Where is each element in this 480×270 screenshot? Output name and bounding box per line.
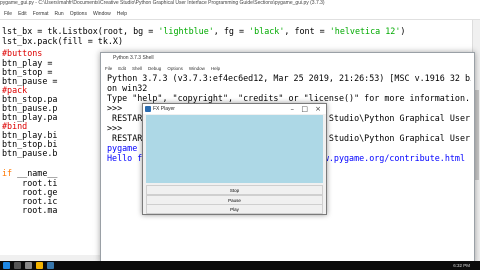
fx-player-window[interactable]: FX Player – □ × Stop Pause Play: [142, 103, 327, 215]
menu-format[interactable]: Format: [33, 11, 49, 17]
code-line: lst_bx.pack(fill = tk.X): [2, 36, 124, 46]
search-icon[interactable]: [14, 262, 21, 269]
menu-run[interactable]: Run: [55, 11, 64, 17]
listbox[interactable]: [146, 115, 323, 183]
shell-prompt: >>>: [107, 123, 123, 133]
menu-help[interactable]: Help: [117, 11, 127, 17]
task-view-icon[interactable]: [25, 262, 32, 269]
taskbar: [0, 261, 480, 270]
shell-title: Python 3.7.3 Shell: [101, 53, 474, 64]
menu-file[interactable]: File: [4, 11, 12, 17]
file-explorer-icon[interactable]: [36, 262, 43, 269]
shell-menu-debug[interactable]: Debug: [148, 66, 161, 71]
code-line: btn_pause.b: [2, 148, 58, 158]
shell-banner: Python 3.7.3 (v3.7.3:ef4ec6ed12, Mar 25 …: [107, 73, 471, 83]
stop-button[interactable]: Stop: [146, 185, 323, 195]
menu-options[interactable]: Options: [70, 11, 87, 17]
shell-prompt: >>>: [107, 103, 123, 113]
shell-menu-help[interactable]: Help: [211, 66, 220, 71]
menu-edit[interactable]: Edit: [18, 11, 27, 17]
editor-menubar: File Edit Format Run Options Window Help: [0, 8, 480, 20]
shell-menu-edit[interactable]: Edit: [118, 66, 126, 71]
close-icon[interactable]: ×: [315, 104, 321, 114]
start-icon[interactable]: [3, 262, 10, 269]
shell-help-line: Type "help", "copyright", "credits" or "…: [107, 93, 471, 103]
editor-title: pygame_gui.py - C:\Users\mahfr\Documents…: [0, 0, 480, 8]
code-comment: #buttons: [2, 48, 43, 58]
python-icon[interactable]: [47, 262, 54, 269]
fx-player-title: FX Player: [143, 104, 326, 114]
clock: 6:32 PM: [453, 263, 470, 268]
shell-menu-window[interactable]: Window: [189, 66, 205, 71]
play-button[interactable]: Play: [146, 204, 323, 214]
minimize-icon[interactable]: –: [291, 104, 295, 114]
shell-menu-options[interactable]: Options: [167, 66, 183, 71]
menu-window[interactable]: Window: [93, 11, 111, 17]
shell-menubar: File Edit Shell Debug Options Window Hel…: [101, 64, 474, 73]
app-icon: [145, 106, 151, 112]
code-line: lst_bx = tk.Listbox(root, bg = 'lightblu…: [2, 26, 406, 36]
code-line: root.ma: [2, 205, 58, 215]
maximize-icon[interactable]: □: [301, 104, 308, 114]
code-line: if __name__: [2, 168, 58, 178]
shell-banner-platform: on win32: [107, 83, 148, 93]
shell-menu-file[interactable]: File: [105, 66, 112, 71]
shell-menu-shell[interactable]: Shell: [132, 66, 142, 71]
